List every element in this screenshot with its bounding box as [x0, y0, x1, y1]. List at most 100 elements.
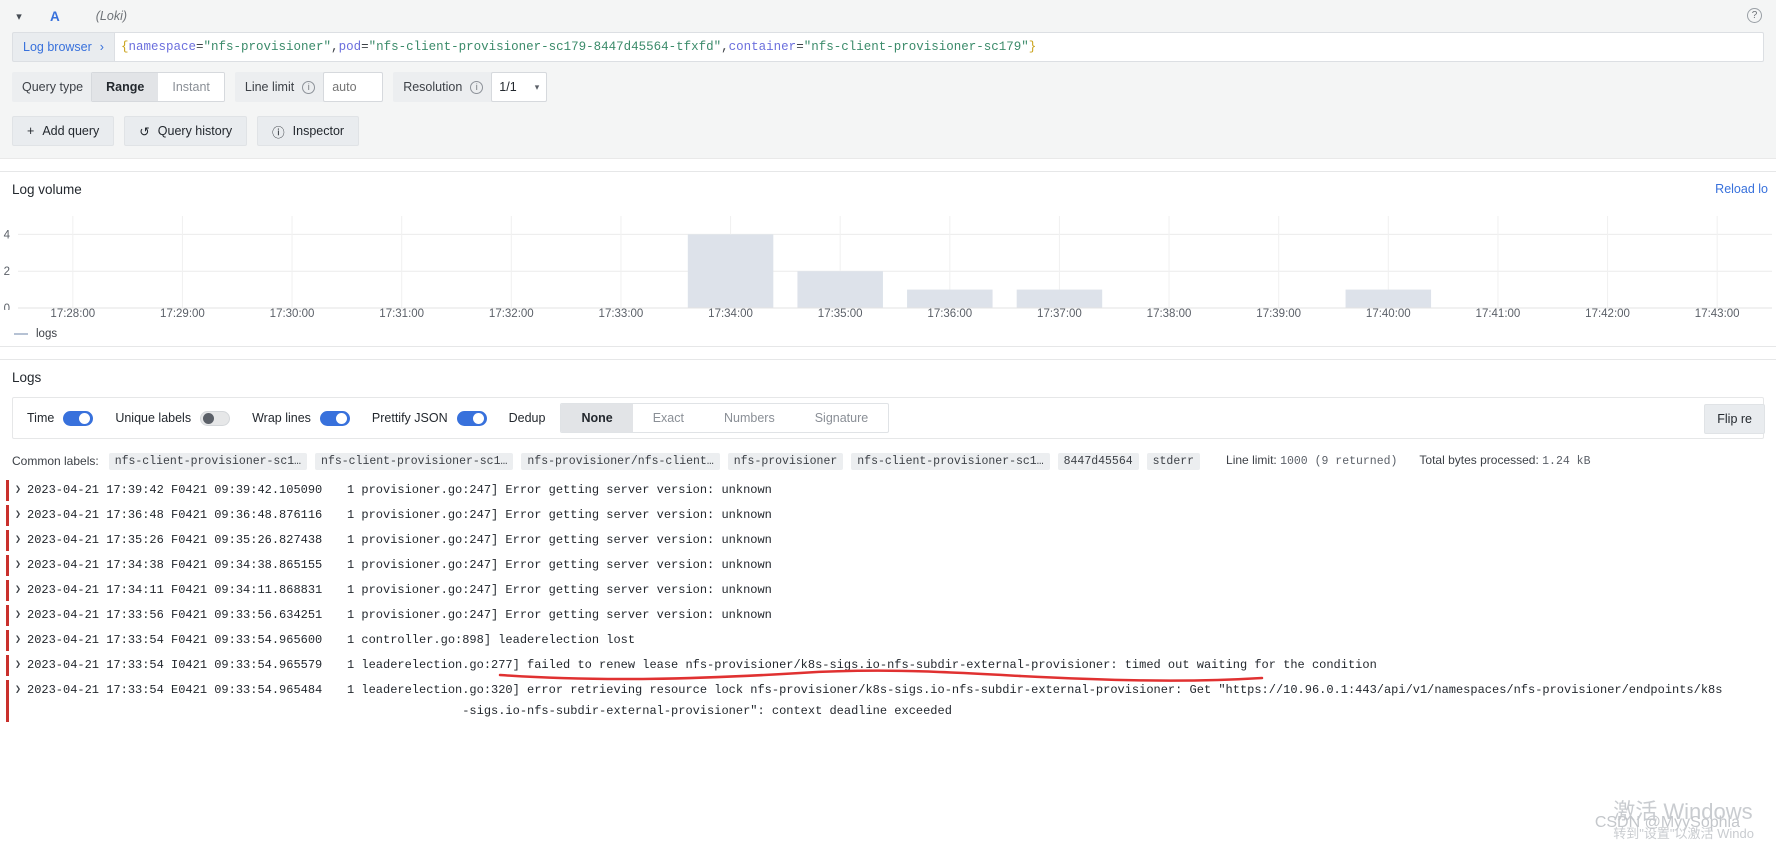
log-browser-button[interactable]: Log browser ›	[12, 32, 114, 62]
x-axis-tick-label: 17:34:00	[708, 308, 753, 320]
log-volume-chart-svg: 024	[4, 216, 1772, 310]
line-limit-input[interactable]	[323, 72, 384, 102]
x-axis-tick-label: 17:37:00	[1037, 308, 1082, 320]
prettify-json-toggle[interactable]	[456, 410, 487, 426]
log-row[interactable]: ❯ 2023-04-21 17:36:48 F0421 09:36:48.8761…	[0, 503, 1776, 528]
log-level-indicator	[6, 555, 9, 576]
dedup-group: Dedup None Exact Numbers Signature	[509, 403, 890, 433]
query-history-button[interactable]: ↺ Query history	[124, 116, 248, 146]
common-label-chip[interactable]: 8447d45564	[1057, 453, 1139, 470]
expr-token: =	[796, 40, 804, 54]
common-label-chip[interactable]: nfs-provisioner	[727, 453, 844, 470]
flip-results-button[interactable]: Flip re	[1704, 404, 1765, 434]
bar[interactable]	[1016, 289, 1103, 308]
query-options-row: Query type Range Instant Line limit i Re…	[0, 62, 1776, 102]
add-query-button[interactable]: + Add query	[12, 116, 115, 146]
log-volume-legend[interactable]: logs	[14, 328, 57, 340]
expand-row-icon[interactable]: ❯	[15, 680, 27, 701]
unique-labels-toggle-group[interactable]: Unique labels	[115, 410, 231, 426]
dedup-option-numbers[interactable]: Numbers	[704, 404, 795, 432]
chevron-down-icon: ▾	[534, 81, 540, 92]
query-type-instant[interactable]: Instant	[158, 73, 224, 101]
expand-row-icon[interactable]: ❯	[15, 605, 27, 626]
help-circle-icon[interactable]: ?	[1747, 8, 1762, 23]
query-expression-row: Log browser › {namespace="nfs-provisione…	[0, 32, 1776, 62]
query-expression-input[interactable]: {namespace="nfs-provisioner",pod="nfs-cl…	[113, 32, 1764, 62]
expand-row-icon[interactable]: ❯	[15, 505, 27, 526]
dedup-segmented[interactable]: None Exact Numbers Signature	[560, 403, 890, 433]
expand-row-icon[interactable]: ❯	[15, 580, 27, 601]
x-axis-tick-label: 17:42:00	[1585, 308, 1630, 320]
info-circle-icon[interactable]: i	[470, 80, 484, 94]
query-type-segmented[interactable]: Range Instant	[91, 72, 225, 102]
inspector-button[interactable]: ⓘ Inspector	[257, 116, 360, 146]
line-limit-group: Line limit i	[234, 72, 384, 102]
expand-row-icon[interactable]: ❯	[15, 480, 27, 501]
resolution-select[interactable]: 1/1 ▾	[491, 72, 548, 102]
expand-row-icon[interactable]: ❯	[15, 655, 27, 676]
common-label-chip[interactable]: nfs-client-provisioner-sc1…	[315, 453, 514, 470]
expand-row-icon[interactable]: ❯	[15, 530, 27, 551]
x-axis-tick-label: 17:43:00	[1694, 308, 1740, 320]
x-axis-tick-label: 17:31:00	[379, 308, 425, 320]
chevron-down-icon[interactable]: ▾	[12, 9, 26, 23]
add-query-label: Add query	[42, 124, 100, 138]
log-row[interactable]: ❯ 2023-04-21 17:33:54 I0421 09:33:54.9655…	[0, 653, 1776, 678]
wrap-lines-toggle[interactable]	[319, 410, 350, 426]
log-row[interactable]: ❯ 2023-04-21 17:39:42 F0421 09:39:42.1050…	[0, 478, 1776, 503]
info-circle-icon[interactable]: i	[302, 80, 316, 94]
log-row[interactable]: ❯ 2023-04-21 17:33:54 F0421 09:33:54.9656…	[0, 628, 1776, 653]
prettify-json-toggle-group[interactable]: Prettify JSON	[372, 410, 487, 426]
expand-row-icon[interactable]: ❯	[15, 630, 27, 651]
x-axis-tick-label: 17:36:00	[927, 308, 973, 320]
query-type-range[interactable]: Range	[92, 73, 159, 101]
y-axis-tick-label: 2	[4, 266, 10, 278]
expr-token: container	[728, 40, 797, 54]
logs-panel: Logs Time Unique labels Wrap lines Prett…	[0, 359, 1776, 724]
expr-token: ,	[721, 40, 729, 54]
x-axis-tick-label: 17:35:00	[817, 308, 863, 320]
log-browser-label: Log browser	[23, 40, 92, 54]
common-label-chip[interactable]: stderr	[1146, 453, 1201, 470]
time-toggle-group[interactable]: Time	[27, 410, 94, 426]
bar[interactable]	[1345, 289, 1432, 308]
legend-swatch	[14, 333, 28, 335]
line-limit-label: Line limit	[244, 80, 295, 94]
unique-labels-toggle[interactable]	[200, 410, 231, 426]
wrap-lines-label: Wrap lines	[252, 411, 311, 425]
dedup-option-exact[interactable]: Exact	[633, 404, 704, 432]
time-toggle[interactable]	[63, 410, 94, 426]
log-volume-panel: Log volume Reload lo 024 17:28:00 17:29:0…	[0, 171, 1776, 347]
log-row[interactable]: ❯ 2023-04-21 17:34:38 F0421 09:34:38.8651…	[0, 553, 1776, 578]
query-ref-id[interactable]: A	[50, 9, 60, 24]
log-row[interactable]: ❯ 2023-04-21 17:33:54 E0421 09:33:54.9654…	[0, 678, 1776, 724]
log-row[interactable]: ❯ 2023-04-21 17:33:56 F0421 09:33:56.6342…	[0, 603, 1776, 628]
wrap-lines-toggle-group[interactable]: Wrap lines	[252, 410, 350, 426]
bytes-stat-label: Total bytes processed:	[1419, 453, 1539, 467]
toggle-knob	[335, 412, 347, 424]
expr-token: "nfs-client-provisioner-sc179-8447d45564…	[368, 40, 722, 54]
log-row[interactable]: ❯ 2023-04-21 17:34:11 F0421 09:34:11.8688…	[0, 578, 1776, 603]
bar[interactable]	[907, 289, 993, 308]
query-header: ▾ A (Loki) ?	[0, 0, 1776, 32]
line-limit-stat-value: 1000 (9 returned)	[1280, 455, 1398, 468]
log-timestamp: 2023-04-21 17:35:26 F0421 09:35:26.82743…	[27, 533, 323, 547]
log-message: 1 provisioner.go:247] Error getting serv…	[347, 558, 772, 572]
dedup-option-none[interactable]: None	[561, 404, 633, 432]
dedup-option-signature[interactable]: Signature	[795, 404, 889, 432]
reload-logs-link[interactable]: Reload lo	[1715, 182, 1768, 196]
log-volume-chart[interactable]: 024	[0, 210, 1776, 310]
log-level-indicator	[6, 630, 9, 651]
common-label-chip[interactable]: nfs-provisioner/nfs-client…	[521, 453, 720, 470]
query-actions-row: + Add query ↺ Query history ⓘ Inspector	[0, 102, 1776, 146]
log-row[interactable]: ❯ 2023-04-21 17:35:26 F0421 09:35:26.8274…	[0, 528, 1776, 553]
log-timestamp: 2023-04-21 17:33:54 E0421 09:33:54.96548…	[27, 683, 323, 697]
time-label: Time	[27, 411, 55, 425]
bar[interactable]	[687, 234, 774, 308]
datasource-name: (Loki)	[95, 9, 128, 23]
resolution-label: Resolution	[403, 80, 463, 94]
common-label-chip[interactable]: nfs-client-provisioner-sc1…	[851, 453, 1050, 470]
expand-row-icon[interactable]: ❯	[15, 555, 27, 576]
common-label-chip[interactable]: nfs-client-provisioner-sc1…	[108, 453, 308, 470]
bar[interactable]	[797, 271, 883, 308]
